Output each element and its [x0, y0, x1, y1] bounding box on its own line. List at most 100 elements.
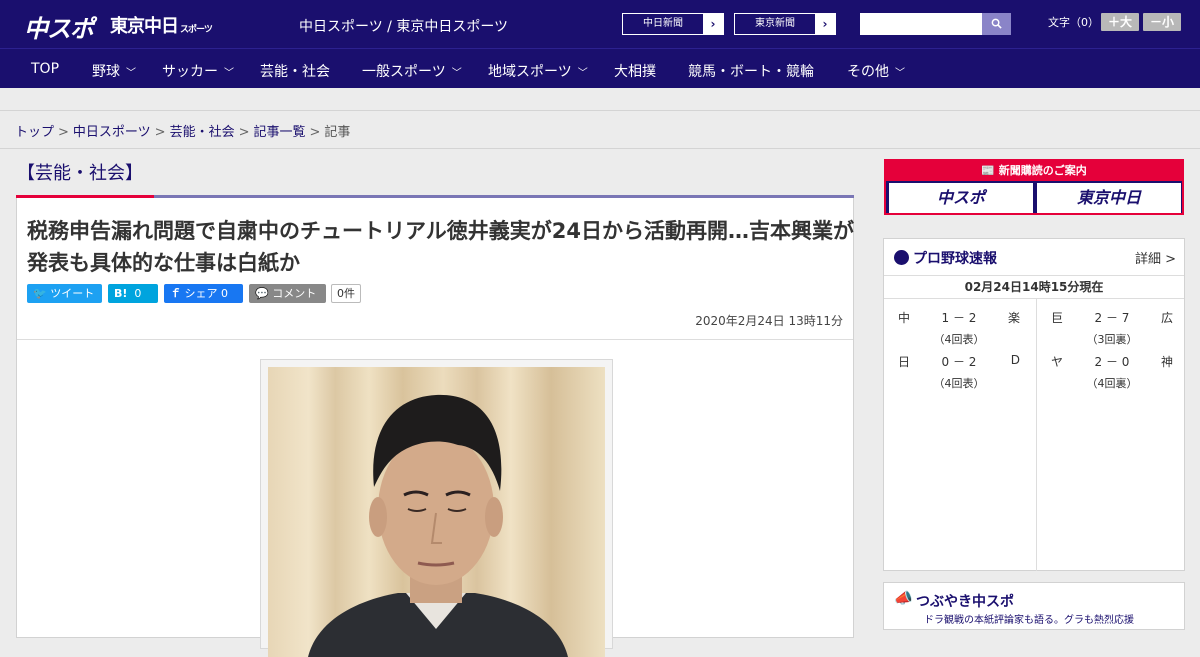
hatena-bookmark-button[interactable]: B! 0 [108, 284, 158, 303]
game-row[interactable]: 中 1 － 2 楽 （4回表） [884, 299, 1034, 346]
nav-item-sumo[interactable]: 大相撲 [614, 61, 656, 81]
search-icon [991, 18, 1002, 29]
nav-item-top[interactable]: TOP [31, 61, 59, 77]
baseball-scoreboard: プロ野球速報 詳細 > 02月24日14時15分現在 中 1 － 2 楽 （4回… [883, 238, 1185, 571]
breadcrumb-top[interactable]: トップ [15, 125, 54, 140]
game-inning: （4回表） [933, 377, 985, 390]
tokyo-logo-small: スポーツ [180, 25, 213, 35]
nav-item-local-sports[interactable]: 地域スポーツ ﹀ [488, 61, 588, 81]
baseball-title-text: プロ野球速報 [913, 251, 997, 267]
search-button[interactable] [982, 13, 1011, 35]
facebook-icon: ｆ [170, 287, 181, 300]
tweet-label: ツイート [50, 287, 95, 300]
chunichi-shimbun-link[interactable]: 中日新聞 › [622, 13, 724, 35]
hatena-count: 0 [134, 287, 142, 300]
facebook-share-button[interactable]: ｆ シェア 0 [164, 284, 243, 303]
subscription-title: 📰 新聞購読のご案内 [886, 161, 1182, 181]
tokyo-chunichi-logo[interactable]: 東京中日 スポーツ [110, 12, 213, 38]
article-card: 税務申告漏れ問題で自粛中のチュートリアル徳井義実が24日から活動再開…吉本興業が… [16, 198, 855, 657]
nav-label: 大相撲 [614, 64, 656, 80]
ad-band [0, 88, 1200, 111]
nav-item-baseball[interactable]: 野球 ﹀ [92, 61, 136, 81]
hatena-icon: B! [114, 287, 128, 300]
away-team: 楽 [1007, 311, 1020, 325]
subscription-chuspo[interactable]: 中スポ [889, 183, 1033, 213]
nav-label: 野球 [92, 64, 120, 80]
nav-label: 一般スポーツ [362, 64, 446, 80]
nav-item-other[interactable]: その他 ﹀ [847, 61, 905, 81]
article-photo[interactable] [268, 367, 605, 657]
chevron-down-icon: ﹀ [126, 68, 136, 79]
breadcrumb-separator: > [309, 125, 321, 140]
subscription-tokyo[interactable]: 東京中日 [1037, 183, 1181, 213]
nav-item-general-sports[interactable]: 一般スポーツ ﹀ [362, 61, 462, 81]
main-nav: TOP 野球 ﹀ サッカー ﹀ 芸能・社会 一般スポーツ ﹀ 地域スポーツ ﹀ 大相撲 … [0, 48, 1200, 88]
facebook-share-label: シェア [184, 287, 218, 300]
baseball-as-of: 02月24日14時15分現在 [884, 275, 1184, 299]
breadcrumb-chunichi-sports[interactable]: 中日スポーツ [73, 125, 151, 140]
site-name: 中日スポーツ / 東京中日スポーツ [299, 19, 509, 35]
tokyo-shimbun-link[interactable]: 東京新聞 › [734, 13, 836, 35]
facebook-count: 0 [221, 287, 228, 300]
game-row[interactable]: ヤ 2 － 0 神 （4回裏） [1037, 343, 1187, 390]
nav-label: 競馬・ボート・競輪 [688, 64, 814, 80]
subscription-banner[interactable]: 📰 新聞購読のご案内 中スポ 東京中日 [884, 159, 1184, 215]
tsubuyaki-title: つぶやき中スポ [916, 594, 1014, 610]
chevron-down-icon: ﹀ [895, 68, 905, 79]
comment-button[interactable]: 💬 コメント [249, 284, 326, 303]
baseball-icon [894, 250, 909, 265]
game-row[interactable]: 巨 2 － 7 広 （3回裏） [1037, 299, 1187, 346]
chevron-down-icon: ﹀ [451, 68, 462, 79]
tokyo-shimbun-label: 東京新聞 [755, 18, 795, 29]
chunichi-shimbun-label: 中日新聞 [643, 18, 683, 29]
breadcrumb-current: 記事 [324, 125, 351, 140]
away-team: 神 [1160, 355, 1173, 369]
nav-item-entertainment[interactable]: 芸能・社会 [260, 61, 330, 81]
newspaper-icon: 📰 [981, 164, 995, 177]
search-box [860, 13, 1011, 35]
subscription-title-text: 新聞購読のご案内 [998, 164, 1087, 177]
baseball-title: プロ野球速報 [894, 248, 997, 268]
font-smaller-button[interactable]: －小 [1143, 13, 1181, 31]
nav-label: サッカー [162, 64, 218, 80]
megaphone-icon: 📣 [894, 589, 913, 607]
font-bigger-button[interactable]: ＋大 [1101, 13, 1139, 31]
divider [17, 339, 853, 340]
tokyo-logo-text: 東京中日 [110, 16, 179, 37]
twitter-icon: 🐦 [33, 287, 47, 300]
font-size-label: 文字（0） [1048, 16, 1099, 29]
breadcrumb-entertainment[interactable]: 芸能・社会 [170, 125, 235, 140]
comment-count: 0件 [331, 284, 361, 303]
comment-icon: 💬 [255, 287, 269, 300]
person-photo-illustration [308, 394, 568, 657]
tweet-button[interactable]: 🐦 ツイート [27, 284, 102, 303]
baseball-detail-link[interactable]: 詳細 > [1135, 248, 1176, 267]
nav-item-soccer[interactable]: サッカー ﹀ [162, 61, 234, 81]
game-inning: （4回裏） [1086, 377, 1138, 390]
breadcrumb-separator: > [154, 125, 166, 140]
site-header: 中スポ 東京中日 スポーツ 中日スポーツ / 東京中日スポーツ 中日新聞 › 東京… [0, 0, 1200, 48]
nav-label: 地域スポーツ [488, 64, 572, 80]
chuspo-logo[interactable]: 中スポ [24, 9, 94, 43]
breadcrumb-separator: > [238, 125, 250, 140]
breadcrumb: トップ > 中日スポーツ > 芸能・社会 > 記事一覧 > 記事 [0, 111, 1200, 149]
nav-label: TOP [31, 61, 60, 77]
game-row[interactable]: 日 0 － 2 D （4回表） [884, 343, 1034, 390]
chevron-right-icon: › [703, 14, 723, 34]
tsubuyaki-panel[interactable]: 📣 つぶやき中スポ ドラ観戦の本紙評論家も語る。グラも熱烈応援 [883, 582, 1185, 630]
category-heading: 【芸能・社会】 [17, 163, 143, 184]
score-column-left: 中 1 － 2 楽 （4回表） 日 0 － 2 D （4回表） [884, 299, 1034, 571]
comment-label: コメント [272, 287, 317, 300]
tsubuyaki-subtitle: ドラ観戦の本紙評論家も語る。グラも熱烈応援 [924, 615, 1134, 626]
nav-label: その他 [847, 64, 889, 80]
nav-label: 芸能・社会 [260, 64, 330, 80]
nav-item-racing[interactable]: 競馬・ボート・競輪 [688, 61, 814, 81]
article-date: 2020年2月24日 13時11分 [695, 314, 843, 328]
search-input[interactable] [860, 13, 982, 35]
article-photo-frame [260, 359, 613, 657]
chevron-down-icon: ﹀ [224, 68, 234, 79]
chevron-down-icon: ﹀ [577, 68, 588, 79]
article-headline: 税務申告漏れ問題で自粛中のチュートリアル徳井義実が24日から活動再開…吉本興業が… [27, 219, 855, 275]
chevron-right-icon: › [815, 14, 835, 34]
breadcrumb-article-list[interactable]: 記事一覧 [254, 125, 306, 140]
